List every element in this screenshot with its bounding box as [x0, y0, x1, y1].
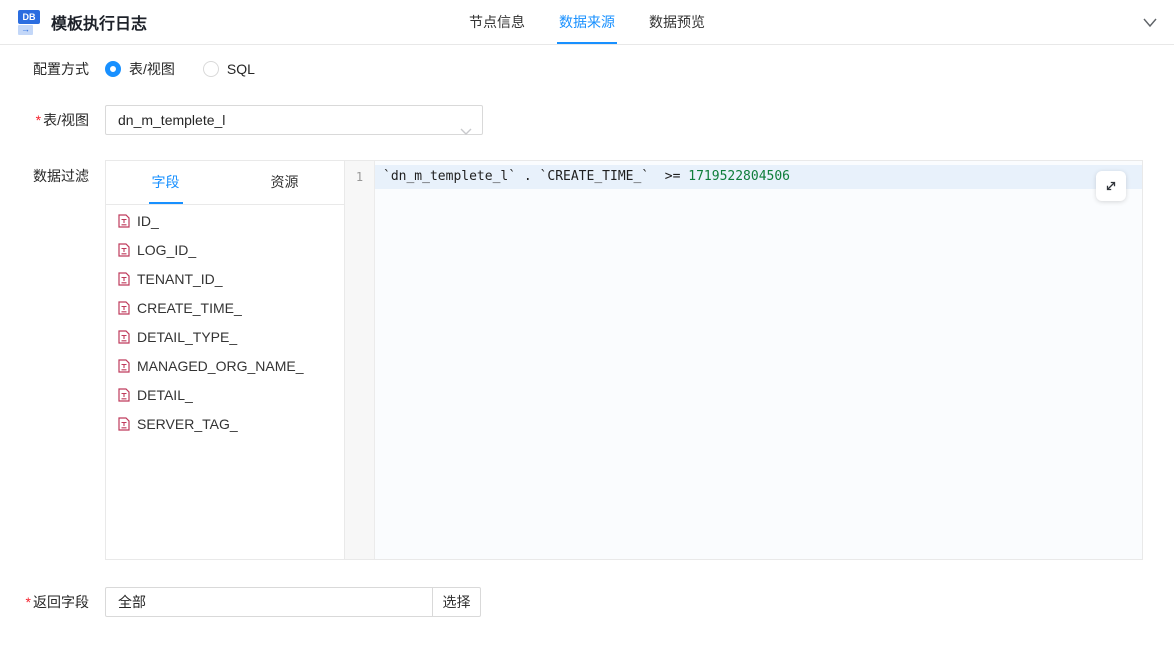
- fields-pane-tabs: 字段 资源: [106, 161, 344, 205]
- radio-table-view-dot[interactable]: [105, 61, 121, 77]
- field-name: DETAIL_TYPE_: [137, 329, 237, 345]
- code-dot: .: [516, 169, 539, 184]
- select-chevron-down-icon: [460, 117, 472, 145]
- page-title: 模板执行日志: [51, 10, 147, 34]
- field-item[interactable]: SERVER_TAG_: [106, 409, 344, 438]
- code-line-1[interactable]: `dn_m_templete_l` . `CREATE_TIME_` >= 17…: [375, 165, 1142, 189]
- field-name: ID_: [137, 213, 159, 229]
- config-method-label: 配置方式: [0, 59, 105, 79]
- table-view-selected-value: dn_m_templete_l: [118, 112, 225, 128]
- field-item[interactable]: ID_: [106, 206, 344, 235]
- header: DB → 模板执行日志 节点信息 数据来源 数据预览: [0, 0, 1174, 45]
- radio-table-view-label: 表/视图: [129, 59, 175, 79]
- field-name: DETAIL_: [137, 387, 193, 403]
- radio-sql[interactable]: SQL: [203, 61, 255, 77]
- return-fields-input[interactable]: [105, 587, 433, 617]
- tab-node-info[interactable]: 节点信息: [469, 0, 525, 44]
- field-item[interactable]: LOG_ID_: [106, 235, 344, 264]
- data-filter-label-text: 数据过滤: [33, 168, 89, 184]
- table-view-label: *表/视图: [0, 110, 105, 130]
- header-tabs: 节点信息 数据来源 数据预览: [469, 0, 705, 44]
- table-view-label-text: 表/视图: [43, 112, 89, 128]
- code-column-identifier: `CREATE_TIME_`: [540, 169, 650, 184]
- expand-icon: [1104, 179, 1118, 193]
- table-view-select[interactable]: dn_m_templete_l: [105, 105, 483, 135]
- return-fields-label: *返回字段: [0, 592, 105, 612]
- field-type-icon: [118, 214, 130, 228]
- fields-pane: 字段 资源 ID_ LOG_ID_ TENANT_ID_: [106, 161, 345, 559]
- tab-data-preview[interactable]: 数据预览: [649, 0, 705, 44]
- field-type-icon: [118, 301, 130, 315]
- field-name: SERVER_TAG_: [137, 416, 238, 432]
- field-item[interactable]: DETAIL_: [106, 380, 344, 409]
- radio-sql-dot[interactable]: [203, 61, 219, 77]
- tab-resources[interactable]: 资源: [225, 161, 344, 204]
- field-type-icon: [118, 243, 130, 257]
- code-operator: >=: [649, 169, 688, 184]
- tab-fields[interactable]: 字段: [106, 161, 225, 204]
- required-asterisk: *: [26, 594, 31, 610]
- field-type-icon: [118, 330, 130, 344]
- data-filter-panel: 字段 资源 ID_ LOG_ID_ TENANT_ID_: [105, 160, 1143, 560]
- expand-editor-button[interactable]: [1096, 171, 1126, 201]
- return-fields-row: *返回字段 选择: [0, 587, 1174, 617]
- field-type-icon: [118, 388, 130, 402]
- field-item[interactable]: DETAIL_TYPE_: [106, 322, 344, 351]
- data-filter-row: 数据过滤 字段 资源 ID_ LOG_ID_: [0, 160, 1174, 560]
- line-number: 1: [345, 165, 374, 189]
- code-table-identifier: `dn_m_templete_l`: [383, 169, 516, 184]
- field-type-icon: [118, 417, 130, 431]
- field-item[interactable]: TENANT_ID_: [106, 264, 344, 293]
- field-name: CREATE_TIME_: [137, 300, 242, 316]
- db-icon-arrow: →: [18, 25, 33, 35]
- return-fields-input-group: 选择: [105, 587, 481, 617]
- table-view-row: *表/视图 dn_m_templete_l: [0, 105, 1174, 135]
- config-method-row: 配置方式 表/视图 SQL: [0, 54, 1174, 84]
- config-method-label-text: 配置方式: [33, 61, 89, 77]
- filter-code-editor[interactable]: `dn_m_templete_l` . `CREATE_TIME_` >= 17…: [375, 161, 1142, 559]
- header-left: DB → 模板执行日志: [0, 10, 147, 35]
- field-item[interactable]: CREATE_TIME_: [106, 293, 344, 322]
- radio-table-view[interactable]: 表/视图: [105, 59, 175, 79]
- field-name: TENANT_ID_: [137, 271, 223, 287]
- db-export-icon: DB →: [18, 10, 42, 35]
- select-fields-button[interactable]: 选择: [433, 587, 481, 617]
- required-asterisk: *: [36, 112, 41, 128]
- field-type-icon: [118, 359, 130, 373]
- editor-gutter: 1: [345, 161, 375, 559]
- field-item[interactable]: MANAGED_ORG_NAME_: [106, 351, 344, 380]
- field-name: LOG_ID_: [137, 242, 196, 258]
- db-icon-label: DB: [18, 10, 40, 24]
- field-list: ID_ LOG_ID_ TENANT_ID_ CREATE_TIME_: [106, 205, 344, 559]
- code-number-literal: 1719522804506: [688, 169, 790, 184]
- chevron-down-icon[interactable]: [1142, 16, 1160, 30]
- template-execution-log-page: DB → 模板执行日志 节点信息 数据来源 数据预览 配置方式 表/视图 SQL: [0, 0, 1174, 647]
- tab-data-source[interactable]: 数据来源: [559, 0, 615, 44]
- return-fields-label-text: 返回字段: [33, 594, 89, 610]
- field-type-icon: [118, 272, 130, 286]
- field-name: MANAGED_ORG_NAME_: [137, 358, 303, 374]
- config-method-options: 表/视图 SQL: [105, 59, 255, 79]
- radio-sql-label: SQL: [227, 61, 255, 77]
- data-filter-label: 数据过滤: [0, 160, 105, 186]
